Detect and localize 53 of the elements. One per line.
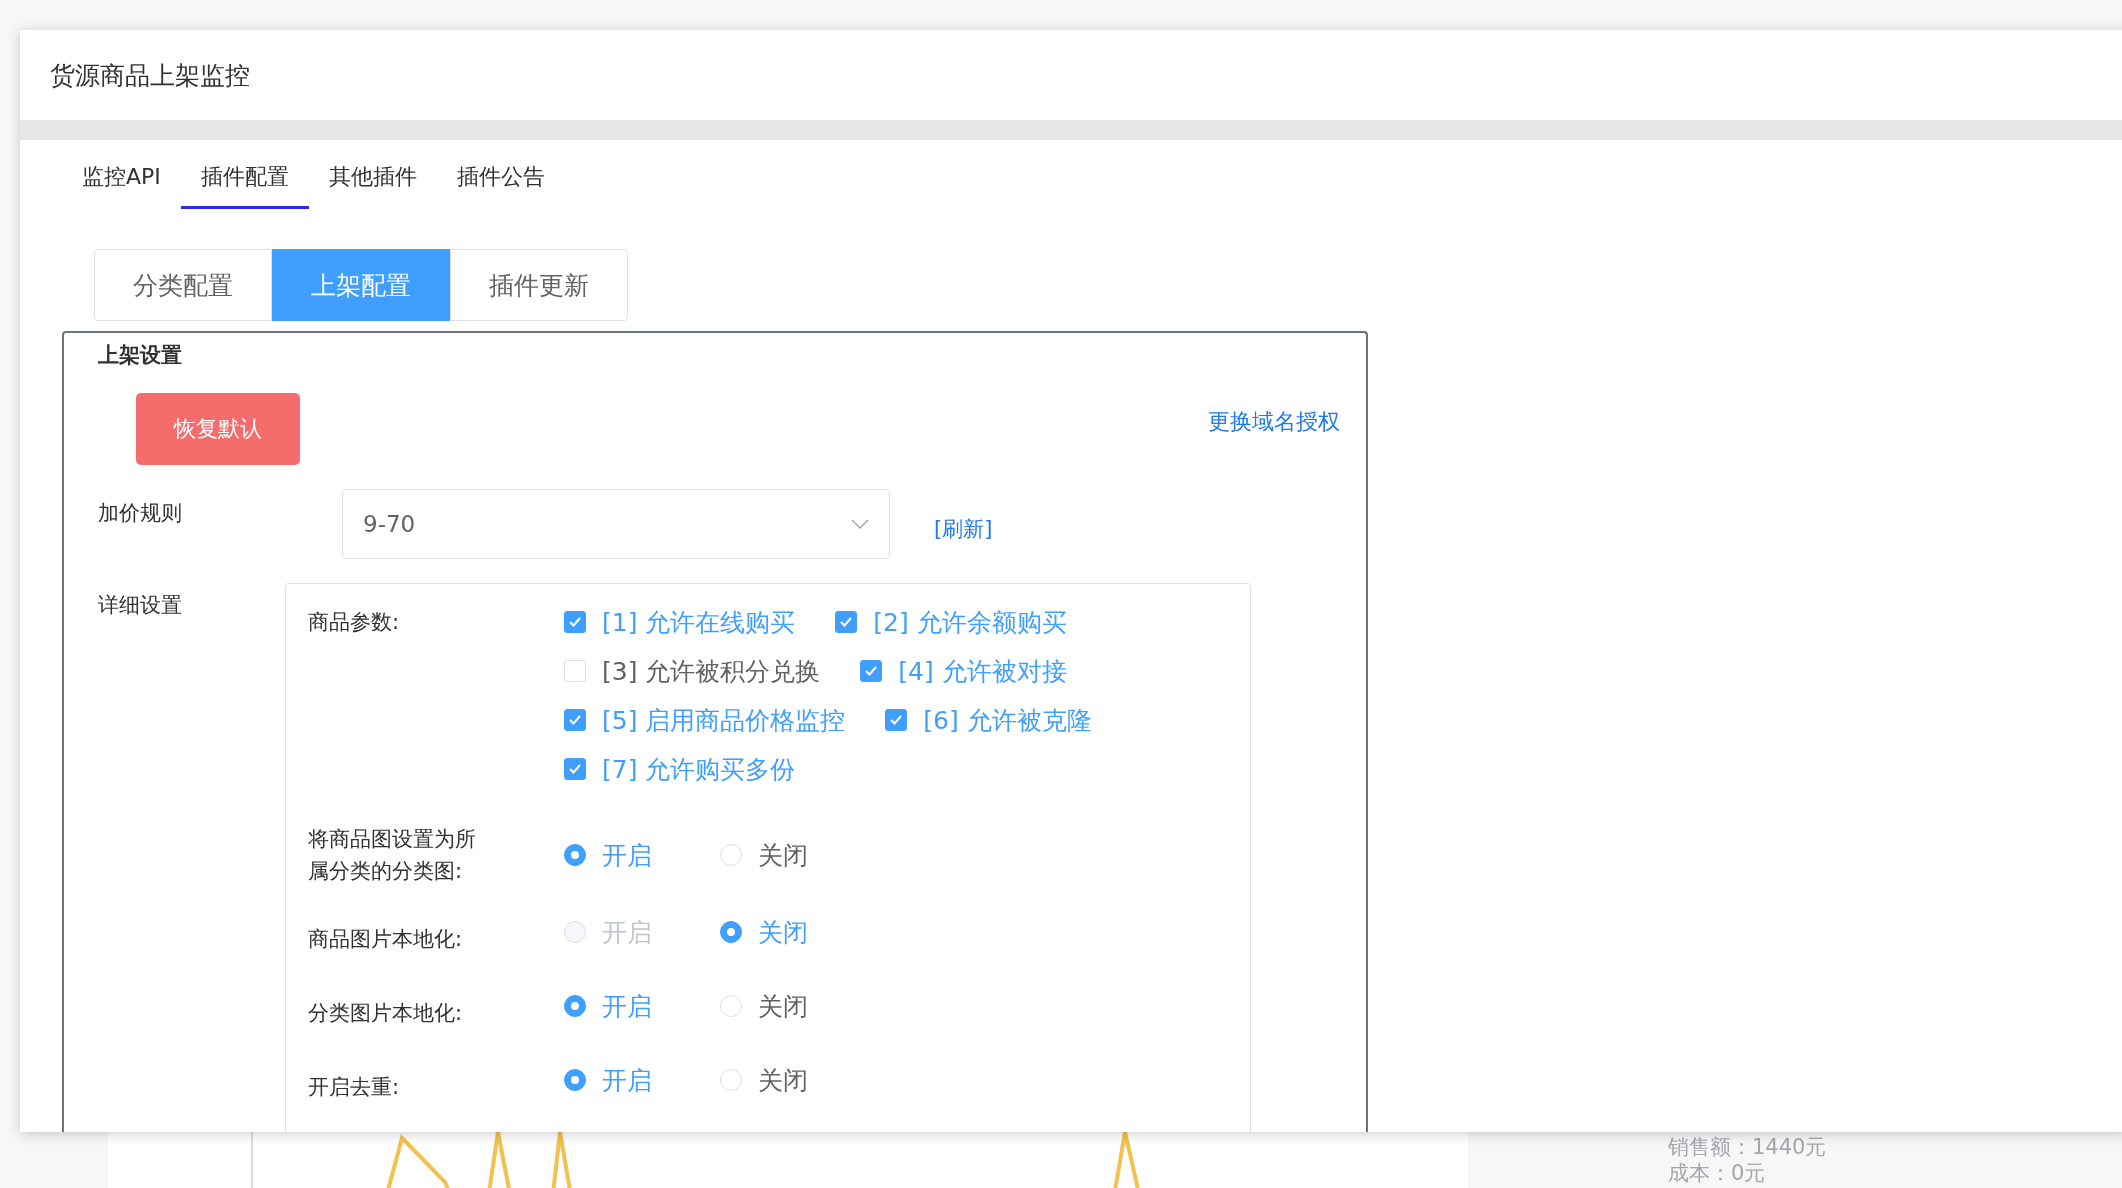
checkbox[interactable] [860,660,883,682]
radio-option[interactable]: 开启 [564,989,676,1023]
checkbox-option[interactable]: [7] 允许购买多份 [564,751,796,787]
checkbox[interactable] [564,611,586,633]
segment-button[interactable]: 插件更新 [450,249,628,321]
checkbox[interactable] [564,758,586,780]
field-label: 开启去重: [308,1074,401,1101]
radio-button[interactable] [564,995,586,1017]
field-label: 加价规则 [98,500,183,527]
checkbox[interactable] [564,709,586,731]
refresh-link[interactable]: [刷新] [934,515,993,543]
reset-button[interactable]: 恢复默认 [136,393,300,465]
checkbox-option[interactable]: [1] 允许在线购买 [564,604,796,640]
radio-button[interactable] [564,1069,586,1091]
checkmark-icon [568,714,582,726]
tab[interactable]: 插件公告 [436,152,565,209]
radio-option[interactable]: 关闭 [720,1063,832,1097]
tab[interactable]: 监控API [62,152,181,209]
section-title: 上架设置 [98,342,182,369]
radio-option[interactable]: 关闭 [720,915,832,949]
chevron-down-icon [851,519,869,529]
checkbox-option[interactable]: [5] 启用商品价格监控 [564,702,846,738]
stat-text: 成本：0元 [1668,1160,1767,1186]
radio-option[interactable]: 开启 [564,1063,676,1097]
checkbox-option[interactable]: [2] 允许余额购买 [835,604,1067,640]
checkbox-option[interactable]: [6] 允许被克隆 [885,702,1092,738]
checkbox[interactable] [835,611,858,633]
checkbox-option[interactable]: [3] 允许被积分兑换 [564,653,821,689]
checkmark-icon [568,616,582,628]
checkmark-icon [839,616,854,628]
segment-button[interactable]: 上架配置 [272,249,450,321]
field-label: 分类图片本地化: [308,1000,464,1027]
radio-option[interactable]: 关闭 [720,989,832,1023]
checkmark-icon [568,763,582,775]
checkmark-icon [864,665,879,677]
radio-option[interactable]: 关闭 [720,838,832,872]
field-label: 详细设置 [98,592,183,619]
radio-option[interactable]: 开启 [564,838,676,872]
field-label: 将商品图设置为所属分类的分类图: [308,826,477,885]
checkbox-option[interactable]: [4] 允许被对接 [860,653,1067,689]
dialog-title: 货源商品上架监控 [49,59,251,92]
checkmark-icon [889,714,904,726]
price-rule-select[interactable]: 9-70 [342,489,890,559]
tab[interactable]: 插件配置 [180,152,309,209]
field-label: 商品图片本地化: [308,926,464,953]
segment-button[interactable]: 分类配置 [94,249,272,321]
checkbox[interactable] [885,709,908,731]
tab[interactable]: 其他插件 [308,152,437,209]
radio-button[interactable] [564,844,586,866]
domain-auth-link[interactable]: 更换域名授权 [1208,407,1340,437]
field-label: 商品参数: [308,609,401,636]
radio-button[interactable] [720,921,742,943]
stat-text: 销售额：1440元 [1668,1134,1827,1160]
